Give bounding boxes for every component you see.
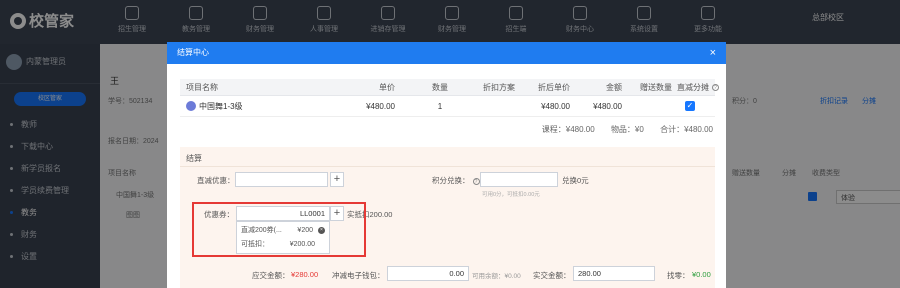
help-icon[interactable]: ? [472,178,480,185]
summary-goods: 物品：¥0 [610,125,644,134]
due-value: ¥280.00 [291,270,319,279]
wallet-balance: 可用余额：¥0.00 [472,273,521,280]
row-qty: 1 [437,101,443,111]
order-summary: 课程：¥480.00 物品：¥0 合计：¥480.00 [528,124,713,135]
modal-title: 结算中心 [177,48,209,57]
col-gift: 赠送数量 [640,82,672,92]
product-icon [186,101,196,111]
row-name: 中国舞1-3级 [186,96,243,116]
col-amount: 金额 [606,82,622,92]
points-label: 积分兑换：? [432,175,480,186]
settle-title: 结算 [186,154,202,163]
paid-input[interactable]: 280.00 [573,266,655,281]
col-discount: 折扣方案 [483,82,515,92]
col-price: 单价 [379,82,395,92]
points-hint: 可用0分，可抵扣0.00元 [482,192,540,198]
row-price: ¥480.00 [366,101,395,111]
change-label: 找零： [667,271,690,280]
points-exchange: 兑换0元 [562,176,589,185]
share-checkbox[interactable]: ✓ [680,96,700,116]
due-label: 应交金额： [252,271,290,280]
highlight-box [192,202,366,257]
add-direct-discount-button[interactable]: + [330,172,344,187]
summary-course: 课程：¥480.00 [541,125,595,134]
table-header: 项目名称 单价 数量 折扣方案 折后单价 金额 赠送数量 直减分摊? [180,79,719,96]
change-value: ¥0.00 [692,270,711,279]
wallet-label: 冲减电子钱包： [332,271,385,280]
direct-discount-input[interactable] [235,172,328,187]
direct-discount-label: 直减优惠： [197,176,235,185]
col-qty: 数量 [432,82,448,92]
checkbox-checked-icon: ✓ [685,101,695,111]
help-icon[interactable]: ? [712,83,719,91]
points-input[interactable] [480,172,558,187]
col-after-price: 折后单价 [538,82,570,92]
row-after-price: ¥480.00 [541,101,570,111]
row-amount: ¥480.00 [593,101,622,111]
summary-total: 合计：¥480.00 [660,125,713,134]
col-share: 直减分摊? [677,79,719,95]
wallet-input[interactable]: 0.00 [387,266,469,281]
paid-label: 实交金额： [533,271,571,280]
modal-header: 结算中心 × [167,42,726,64]
close-icon[interactable]: × [710,42,716,64]
item-table: 项目名称 单价 数量 折扣方案 折后单价 金额 赠送数量 直减分摊? 中国舞1-… [180,79,719,117]
divider [180,166,715,167]
col-name: 项目名称 [186,82,218,92]
table-row: 中国舞1-3级 ¥480.00 1 ¥480.00 ¥480.00 ✓ [180,96,715,117]
